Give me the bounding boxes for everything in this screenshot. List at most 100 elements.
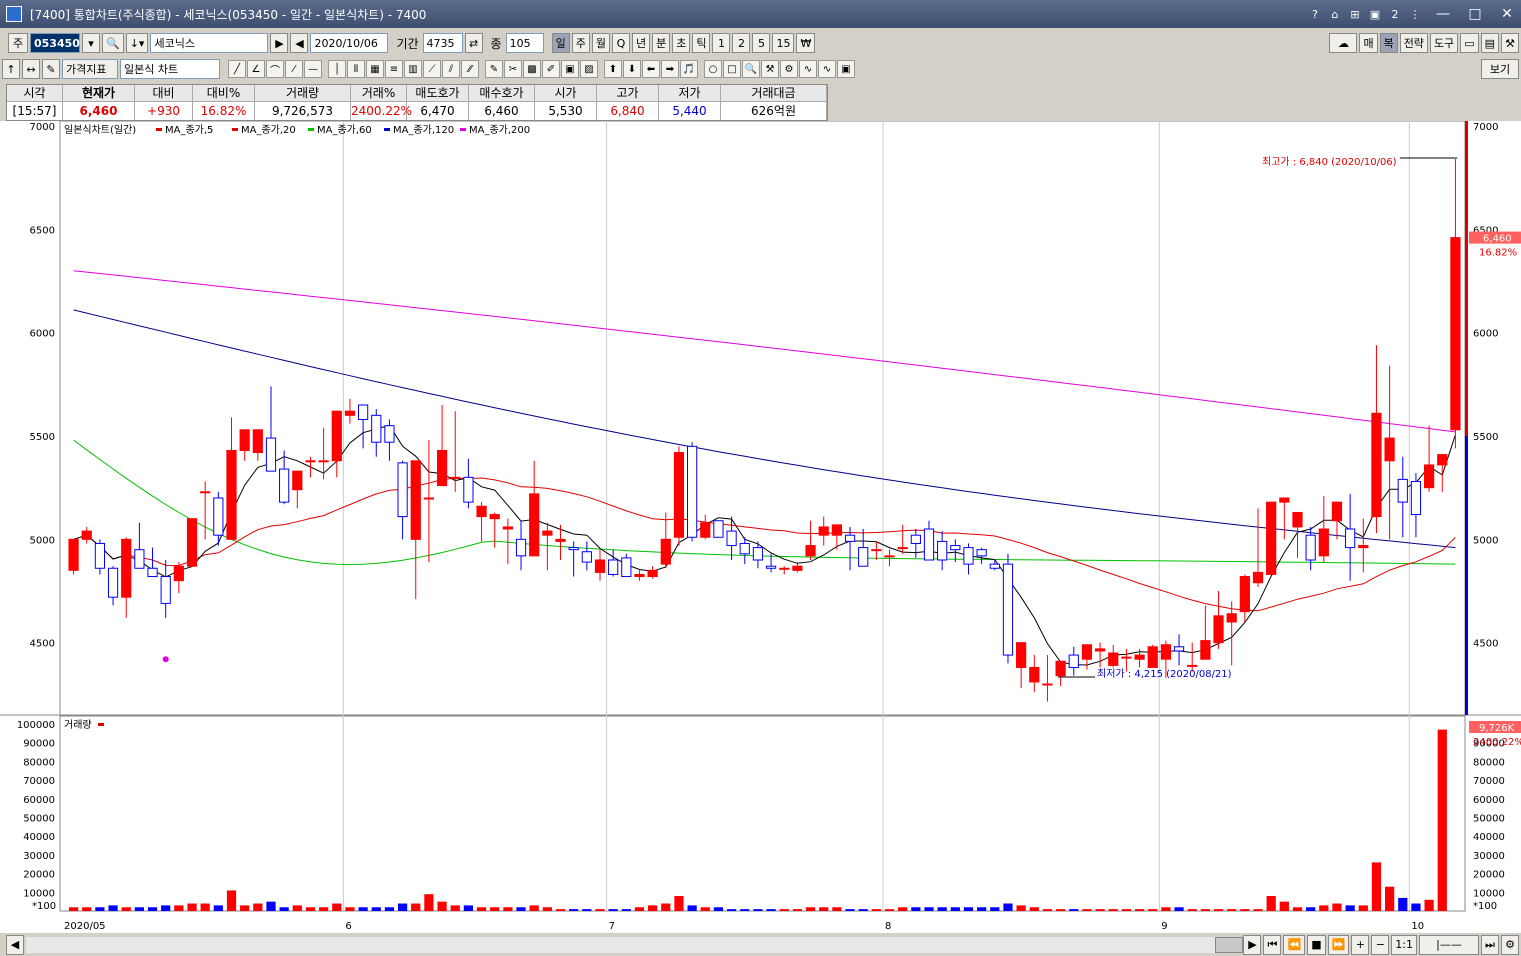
- view-button[interactable]: 보기: [1481, 59, 1519, 79]
- draw-tool-icon[interactable]: ✐: [542, 60, 560, 78]
- draw-tool-icon[interactable]: ➡: [661, 60, 679, 78]
- type-button[interactable]: 주: [8, 33, 28, 53]
- multi-button[interactable]: 복: [1379, 33, 1398, 53]
- nav-last-icon[interactable]: ⏭: [1481, 934, 1499, 955]
- close-button[interactable]: ✕: [1493, 6, 1521, 22]
- horizontal-scrollbar[interactable]: ◀ ▶ ⏮ ⏪ ■ ⏩ + − 1:1 |—— ⏭ ⚙: [0, 933, 1521, 956]
- settings-icon[interactable]: ⚙: [1501, 934, 1519, 955]
- more-icon[interactable]: ⋮: [1407, 8, 1423, 21]
- zoom-in-icon[interactable]: +: [1351, 934, 1370, 955]
- chart-type-select[interactable]: 일본식 차트: [120, 59, 220, 79]
- draw-tool-icon[interactable]: ⫽: [442, 60, 460, 78]
- nav-first-icon[interactable]: ⏮: [1263, 934, 1282, 955]
- draw-tool-icon[interactable]: ▣: [837, 60, 855, 78]
- period-lock-icon[interactable]: ⇄: [464, 33, 483, 53]
- prev-button[interactable]: ◀: [290, 33, 309, 53]
- minimize-button[interactable]: —: [1429, 6, 1457, 22]
- draw-tool-icon[interactable]: ▥: [404, 60, 422, 78]
- scroll-thumb[interactable]: [1215, 936, 1244, 953]
- price-chart[interactable]: 2020/05 6 7 8 9 107000 70006500 65006000 6000550…: [0, 121, 1521, 933]
- edit-icon[interactable]: ✎: [42, 59, 60, 79]
- tools-button[interactable]: 도구: [1429, 33, 1459, 53]
- period-quarter[interactable]: Q: [611, 33, 630, 53]
- scroll-track[interactable]: [26, 936, 1244, 953]
- buy-button[interactable]: 매: [1359, 33, 1378, 53]
- draw-tool-icon[interactable]: ⁄⁄: [461, 60, 479, 78]
- indicator-select[interactable]: 가격지표: [62, 59, 118, 79]
- draw-tool-icon[interactable]: 🔍: [742, 60, 760, 78]
- draw-tool-icon[interactable]: ∠: [247, 60, 265, 78]
- period-2[interactable]: 2: [732, 33, 751, 53]
- draw-tool-icon[interactable]: │: [328, 60, 346, 78]
- draw-tool-icon[interactable]: ⬆: [604, 60, 622, 78]
- draw-tool-icon[interactable]: □: [723, 60, 741, 78]
- name-input[interactable]: 세코닉스: [150, 33, 269, 53]
- period-year[interactable]: 년: [631, 33, 651, 53]
- draw-tool-icon[interactable]: 🎵: [680, 60, 698, 78]
- period-month[interactable]: 월: [591, 33, 610, 53]
- period-day[interactable]: 일: [551, 33, 570, 53]
- y-tick-left: 6500: [30, 225, 55, 236]
- stop-icon[interactable]: ■: [1307, 934, 1326, 955]
- arrow-up-icon[interactable]: ↑: [2, 59, 20, 79]
- period-15[interactable]: 15: [772, 33, 795, 53]
- ratio-button[interactable]: 1:1: [1391, 934, 1417, 955]
- folder-icon[interactable]: ▭: [1460, 33, 1479, 53]
- candle-body: [226, 449, 237, 540]
- nav-forward-icon[interactable]: ⏩: [1327, 934, 1350, 955]
- period-won[interactable]: ₩: [796, 33, 816, 53]
- draw-tool-icon[interactable]: ⌒: [266, 60, 284, 78]
- search-icon[interactable]: 🔍: [102, 33, 124, 53]
- next-button[interactable]: ▶: [270, 33, 289, 53]
- draw-tool-icon[interactable]: ⬅: [642, 60, 660, 78]
- period-5[interactable]: 5: [752, 33, 771, 53]
- period-input[interactable]: 4735: [422, 33, 463, 53]
- save-icon[interactable]: ▣: [1367, 8, 1383, 21]
- draw-tool-icon[interactable]: ⚒: [761, 60, 779, 78]
- save-file-icon[interactable]: ▤: [1480, 33, 1499, 53]
- cloud-icon[interactable]: ☁: [1329, 33, 1358, 53]
- draw-tool-icon[interactable]: ≡: [385, 60, 403, 78]
- draw-tool-icon[interactable]: ▣: [561, 60, 579, 78]
- draw-tool-icon[interactable]: ▩: [523, 60, 541, 78]
- draw-tool-icon[interactable]: —: [304, 60, 322, 78]
- draw-tool-icon[interactable]: ⚙: [780, 60, 798, 78]
- horizontal-arrows-icon[interactable]: ↔: [22, 59, 40, 79]
- pin-icon[interactable]: 2: [1387, 8, 1403, 21]
- lock-icon[interactable]: ⌂: [1327, 8, 1343, 21]
- date-input[interactable]: 2020/10/06: [310, 33, 389, 53]
- period-minute[interactable]: 분: [652, 33, 671, 53]
- draw-tool-icon[interactable]: ⁄: [285, 60, 303, 78]
- count-input[interactable]: 105: [505, 33, 544, 53]
- period-week[interactable]: 주: [571, 33, 590, 53]
- link-icon[interactable]: ⊞: [1347, 8, 1363, 21]
- draw-tool-icon[interactable]: ⫴: [347, 60, 365, 78]
- wrench-icon[interactable]: ⚒: [1501, 33, 1519, 53]
- draw-tool-icon[interactable]: ∿: [799, 60, 817, 78]
- period-tick[interactable]: 틱: [692, 33, 711, 53]
- high-annotation: 최고가 : 6,840 (2020/10/06): [1262, 156, 1397, 168]
- draw-tool-icon[interactable]: ⟋: [423, 60, 441, 78]
- strategy-button[interactable]: 전략: [1399, 33, 1428, 53]
- draw-tool-icon[interactable]: ⬇: [623, 60, 641, 78]
- draw-tool-icon[interactable]: ✂: [504, 60, 522, 78]
- draw-tool-icon[interactable]: ╱: [228, 60, 246, 78]
- draw-tool-icon[interactable]: ▦: [366, 60, 384, 78]
- maximize-button[interactable]: □: [1461, 6, 1489, 22]
- slider-icon[interactable]: |——: [1419, 934, 1479, 955]
- help-icon[interactable]: ?: [1307, 8, 1323, 21]
- sort-icon[interactable]: ↓▾: [125, 33, 149, 53]
- scroll-right-icon[interactable]: ▶: [1243, 934, 1262, 955]
- draw-tool-icon[interactable]: ✎: [485, 60, 503, 78]
- zoom-out-icon[interactable]: −: [1371, 934, 1390, 955]
- period-second[interactable]: 초: [672, 33, 691, 53]
- draw-tool-icon[interactable]: ○: [704, 60, 722, 78]
- candle-body: [134, 549, 145, 569]
- code-dropdown-button[interactable]: ▾: [82, 33, 100, 53]
- draw-tool-icon[interactable]: ∿: [818, 60, 836, 78]
- scroll-left-icon[interactable]: ◀: [6, 934, 24, 955]
- draw-tool-icon[interactable]: ▨: [580, 60, 598, 78]
- period-1[interactable]: 1: [712, 33, 731, 53]
- nav-back-icon[interactable]: ⏪: [1283, 934, 1306, 955]
- code-input[interactable]: 053450: [30, 33, 80, 53]
